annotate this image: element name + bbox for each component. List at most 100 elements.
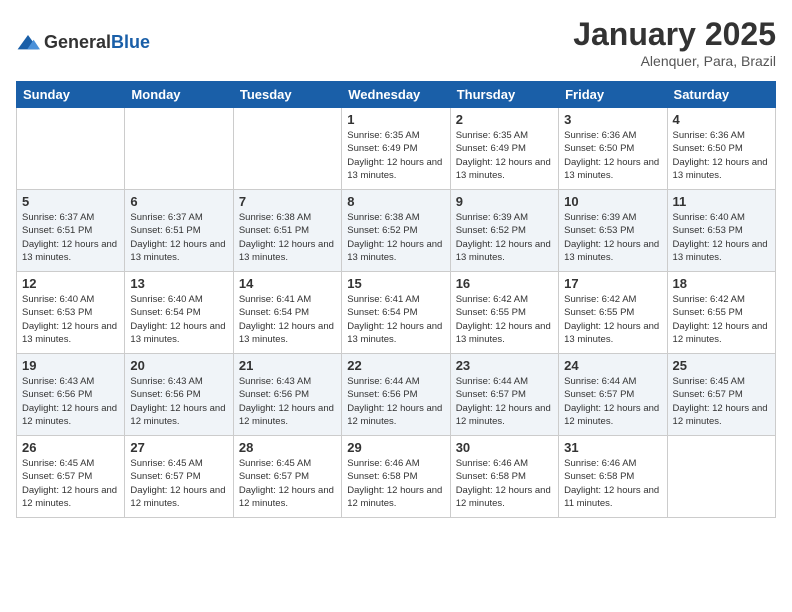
day-info: Sunrise: 6:46 AM Sunset: 6:58 PM Dayligh… xyxy=(347,457,444,510)
day-number: 25 xyxy=(673,358,770,373)
day-info: Sunrise: 6:35 AM Sunset: 6:49 PM Dayligh… xyxy=(347,129,444,182)
calendar-cell: 1Sunrise: 6:35 AM Sunset: 6:49 PM Daylig… xyxy=(342,108,450,190)
calendar-cell: 11 Sunrise: 6:40 AM Sunset: 6:53 PM Dayli… xyxy=(667,190,775,272)
day-number: 17 xyxy=(564,276,661,291)
calendar-cell: 16 Sunrise: 6:42 AM Sunset: 6:55 PM Dayli… xyxy=(450,272,558,354)
week-row-0: 1Sunrise: 6:35 AM Sunset: 6:49 PM Daylig… xyxy=(17,108,776,190)
calendar-cell: 8Sunrise: 6:38 AM Sunset: 6:52 PM Daylig… xyxy=(342,190,450,272)
day-number: 26 xyxy=(22,440,119,455)
weekday-header-thursday: Thursday xyxy=(450,82,558,108)
week-row-4: 26 Sunrise: 6:45 AM Sunset: 6:57 PM Dayli… xyxy=(17,436,776,518)
calendar-cell xyxy=(667,436,775,518)
day-number: 11 xyxy=(673,194,770,209)
logo-blue: Blue xyxy=(111,32,150,52)
location-title: Alenquer, Para, Brazil xyxy=(573,53,776,69)
calendar-cell: 12Sunrise: 6:40 AM Sunset: 6:53 PM Dayli… xyxy=(17,272,125,354)
day-info: Sunrise: 6:36 AM Sunset: 6:50 PM Dayligh… xyxy=(564,129,661,182)
day-info: Sunrise: 6:42 AM Sunset: 6:55 PM Dayligh… xyxy=(564,293,661,346)
day-number: 12 xyxy=(22,276,119,291)
weekday-header-row: SundayMondayTuesdayWednesdayThursdayFrid… xyxy=(17,82,776,108)
weekday-header-monday: Monday xyxy=(125,82,233,108)
day-info: Sunrise: 6:37 AM Sunset: 6:51 PM Dayligh… xyxy=(130,211,227,264)
day-number: 29 xyxy=(347,440,444,455)
calendar-cell: 6 Sunrise: 6:37 AM Sunset: 6:51 PM Daylig… xyxy=(125,190,233,272)
day-number: 23 xyxy=(456,358,553,373)
logo: GeneralBlue xyxy=(16,32,150,53)
calendar-cell: 28 Sunrise: 6:45 AM Sunset: 6:57 PM Dayli… xyxy=(233,436,341,518)
day-number: 2 xyxy=(456,112,553,127)
day-number: 4 xyxy=(673,112,770,127)
day-info: Sunrise: 6:44 AM Sunset: 6:57 PM Dayligh… xyxy=(564,375,661,428)
day-info: Sunrise: 6:45 AM Sunset: 6:57 PM Dayligh… xyxy=(130,457,227,510)
day-info: Sunrise: 6:40 AM Sunset: 6:54 PM Dayligh… xyxy=(130,293,227,346)
day-info: Sunrise: 6:43 AM Sunset: 6:56 PM Dayligh… xyxy=(22,375,119,428)
day-info: Sunrise: 6:41 AM Sunset: 6:54 PM Dayligh… xyxy=(347,293,444,346)
calendar-cell: 5Sunrise: 6:37 AM Sunset: 6:51 PM Daylig… xyxy=(17,190,125,272)
day-info: Sunrise: 6:38 AM Sunset: 6:51 PM Dayligh… xyxy=(239,211,336,264)
day-info: Sunrise: 6:40 AM Sunset: 6:53 PM Dayligh… xyxy=(673,211,770,264)
day-info: Sunrise: 6:35 AM Sunset: 6:49 PM Dayligh… xyxy=(456,129,553,182)
month-title: January 2025 xyxy=(573,16,776,53)
day-info: Sunrise: 6:37 AM Sunset: 6:51 PM Dayligh… xyxy=(22,211,119,264)
calendar-cell: 29 Sunrise: 6:46 AM Sunset: 6:58 PM Dayli… xyxy=(342,436,450,518)
calendar-cell: 4Sunrise: 6:36 AM Sunset: 6:50 PM Daylig… xyxy=(667,108,775,190)
calendar-cell: 17 Sunrise: 6:42 AM Sunset: 6:55 PM Dayli… xyxy=(559,272,667,354)
day-number: 19 xyxy=(22,358,119,373)
day-number: 21 xyxy=(239,358,336,373)
day-info: Sunrise: 6:42 AM Sunset: 6:55 PM Dayligh… xyxy=(673,293,770,346)
title-block: January 2025 Alenquer, Para, Brazil xyxy=(573,16,776,69)
calendar-cell: 10 Sunrise: 6:39 AM Sunset: 6:53 PM Dayli… xyxy=(559,190,667,272)
logo-icon xyxy=(16,33,40,53)
day-info: Sunrise: 6:46 AM Sunset: 6:58 PM Dayligh… xyxy=(456,457,553,510)
day-info: Sunrise: 6:39 AM Sunset: 6:53 PM Dayligh… xyxy=(564,211,661,264)
day-number: 9 xyxy=(456,194,553,209)
day-number: 31 xyxy=(564,440,661,455)
calendar-cell: 25 Sunrise: 6:45 AM Sunset: 6:57 PM Dayli… xyxy=(667,354,775,436)
day-number: 10 xyxy=(564,194,661,209)
day-number: 13 xyxy=(130,276,227,291)
calendar-cell: 14 Sunrise: 6:41 AM Sunset: 6:54 PM Dayli… xyxy=(233,272,341,354)
day-info: Sunrise: 6:45 AM Sunset: 6:57 PM Dayligh… xyxy=(239,457,336,510)
calendar-cell: 18 Sunrise: 6:42 AM Sunset: 6:55 PM Dayli… xyxy=(667,272,775,354)
weekday-header-wednesday: Wednesday xyxy=(342,82,450,108)
calendar-cell xyxy=(233,108,341,190)
day-info: Sunrise: 6:45 AM Sunset: 6:57 PM Dayligh… xyxy=(673,375,770,428)
calendar-cell: 26 Sunrise: 6:45 AM Sunset: 6:57 PM Dayli… xyxy=(17,436,125,518)
day-number: 18 xyxy=(673,276,770,291)
weekday-header-saturday: Saturday xyxy=(667,82,775,108)
day-number: 6 xyxy=(130,194,227,209)
day-number: 16 xyxy=(456,276,553,291)
calendar-cell: 2 Sunrise: 6:35 AM Sunset: 6:49 PM Daylig… xyxy=(450,108,558,190)
day-number: 3 xyxy=(564,112,661,127)
day-info: Sunrise: 6:46 AM Sunset: 6:58 PM Dayligh… xyxy=(564,457,661,510)
page: GeneralBlue January 2025 Alenquer, Para,… xyxy=(0,0,792,612)
day-info: Sunrise: 6:44 AM Sunset: 6:56 PM Dayligh… xyxy=(347,375,444,428)
day-number: 14 xyxy=(239,276,336,291)
calendar-cell xyxy=(17,108,125,190)
calendar-cell: 31 Sunrise: 6:46 AM Sunset: 6:58 PM Dayli… xyxy=(559,436,667,518)
day-info: Sunrise: 6:45 AM Sunset: 6:57 PM Dayligh… xyxy=(22,457,119,510)
calendar-cell: 15Sunrise: 6:41 AM Sunset: 6:54 PM Dayli… xyxy=(342,272,450,354)
calendar-cell: 9Sunrise: 6:39 AM Sunset: 6:52 PM Daylig… xyxy=(450,190,558,272)
day-number: 8 xyxy=(347,194,444,209)
day-number: 7 xyxy=(239,194,336,209)
calendar-cell: 27 Sunrise: 6:45 AM Sunset: 6:57 PM Dayli… xyxy=(125,436,233,518)
day-number: 27 xyxy=(130,440,227,455)
calendar-cell: 19 Sunrise: 6:43 AM Sunset: 6:56 PM Dayli… xyxy=(17,354,125,436)
calendar-cell: 7 Sunrise: 6:38 AM Sunset: 6:51 PM Daylig… xyxy=(233,190,341,272)
day-info: Sunrise: 6:42 AM Sunset: 6:55 PM Dayligh… xyxy=(456,293,553,346)
day-info: Sunrise: 6:44 AM Sunset: 6:57 PM Dayligh… xyxy=(456,375,553,428)
logo-general: General xyxy=(44,32,111,52)
calendar-table: SundayMondayTuesdayWednesdayThursdayFrid… xyxy=(16,81,776,518)
calendar-cell: 23 Sunrise: 6:44 AM Sunset: 6:57 PM Dayli… xyxy=(450,354,558,436)
day-number: 20 xyxy=(130,358,227,373)
calendar-cell: 13 Sunrise: 6:40 AM Sunset: 6:54 PM Dayli… xyxy=(125,272,233,354)
week-row-1: 5Sunrise: 6:37 AM Sunset: 6:51 PM Daylig… xyxy=(17,190,776,272)
day-number: 24 xyxy=(564,358,661,373)
calendar-cell xyxy=(125,108,233,190)
calendar-cell: 3 Sunrise: 6:36 AM Sunset: 6:50 PM Daylig… xyxy=(559,108,667,190)
header: GeneralBlue January 2025 Alenquer, Para,… xyxy=(16,16,776,69)
day-info: Sunrise: 6:41 AM Sunset: 6:54 PM Dayligh… xyxy=(239,293,336,346)
day-number: 30 xyxy=(456,440,553,455)
day-number: 28 xyxy=(239,440,336,455)
